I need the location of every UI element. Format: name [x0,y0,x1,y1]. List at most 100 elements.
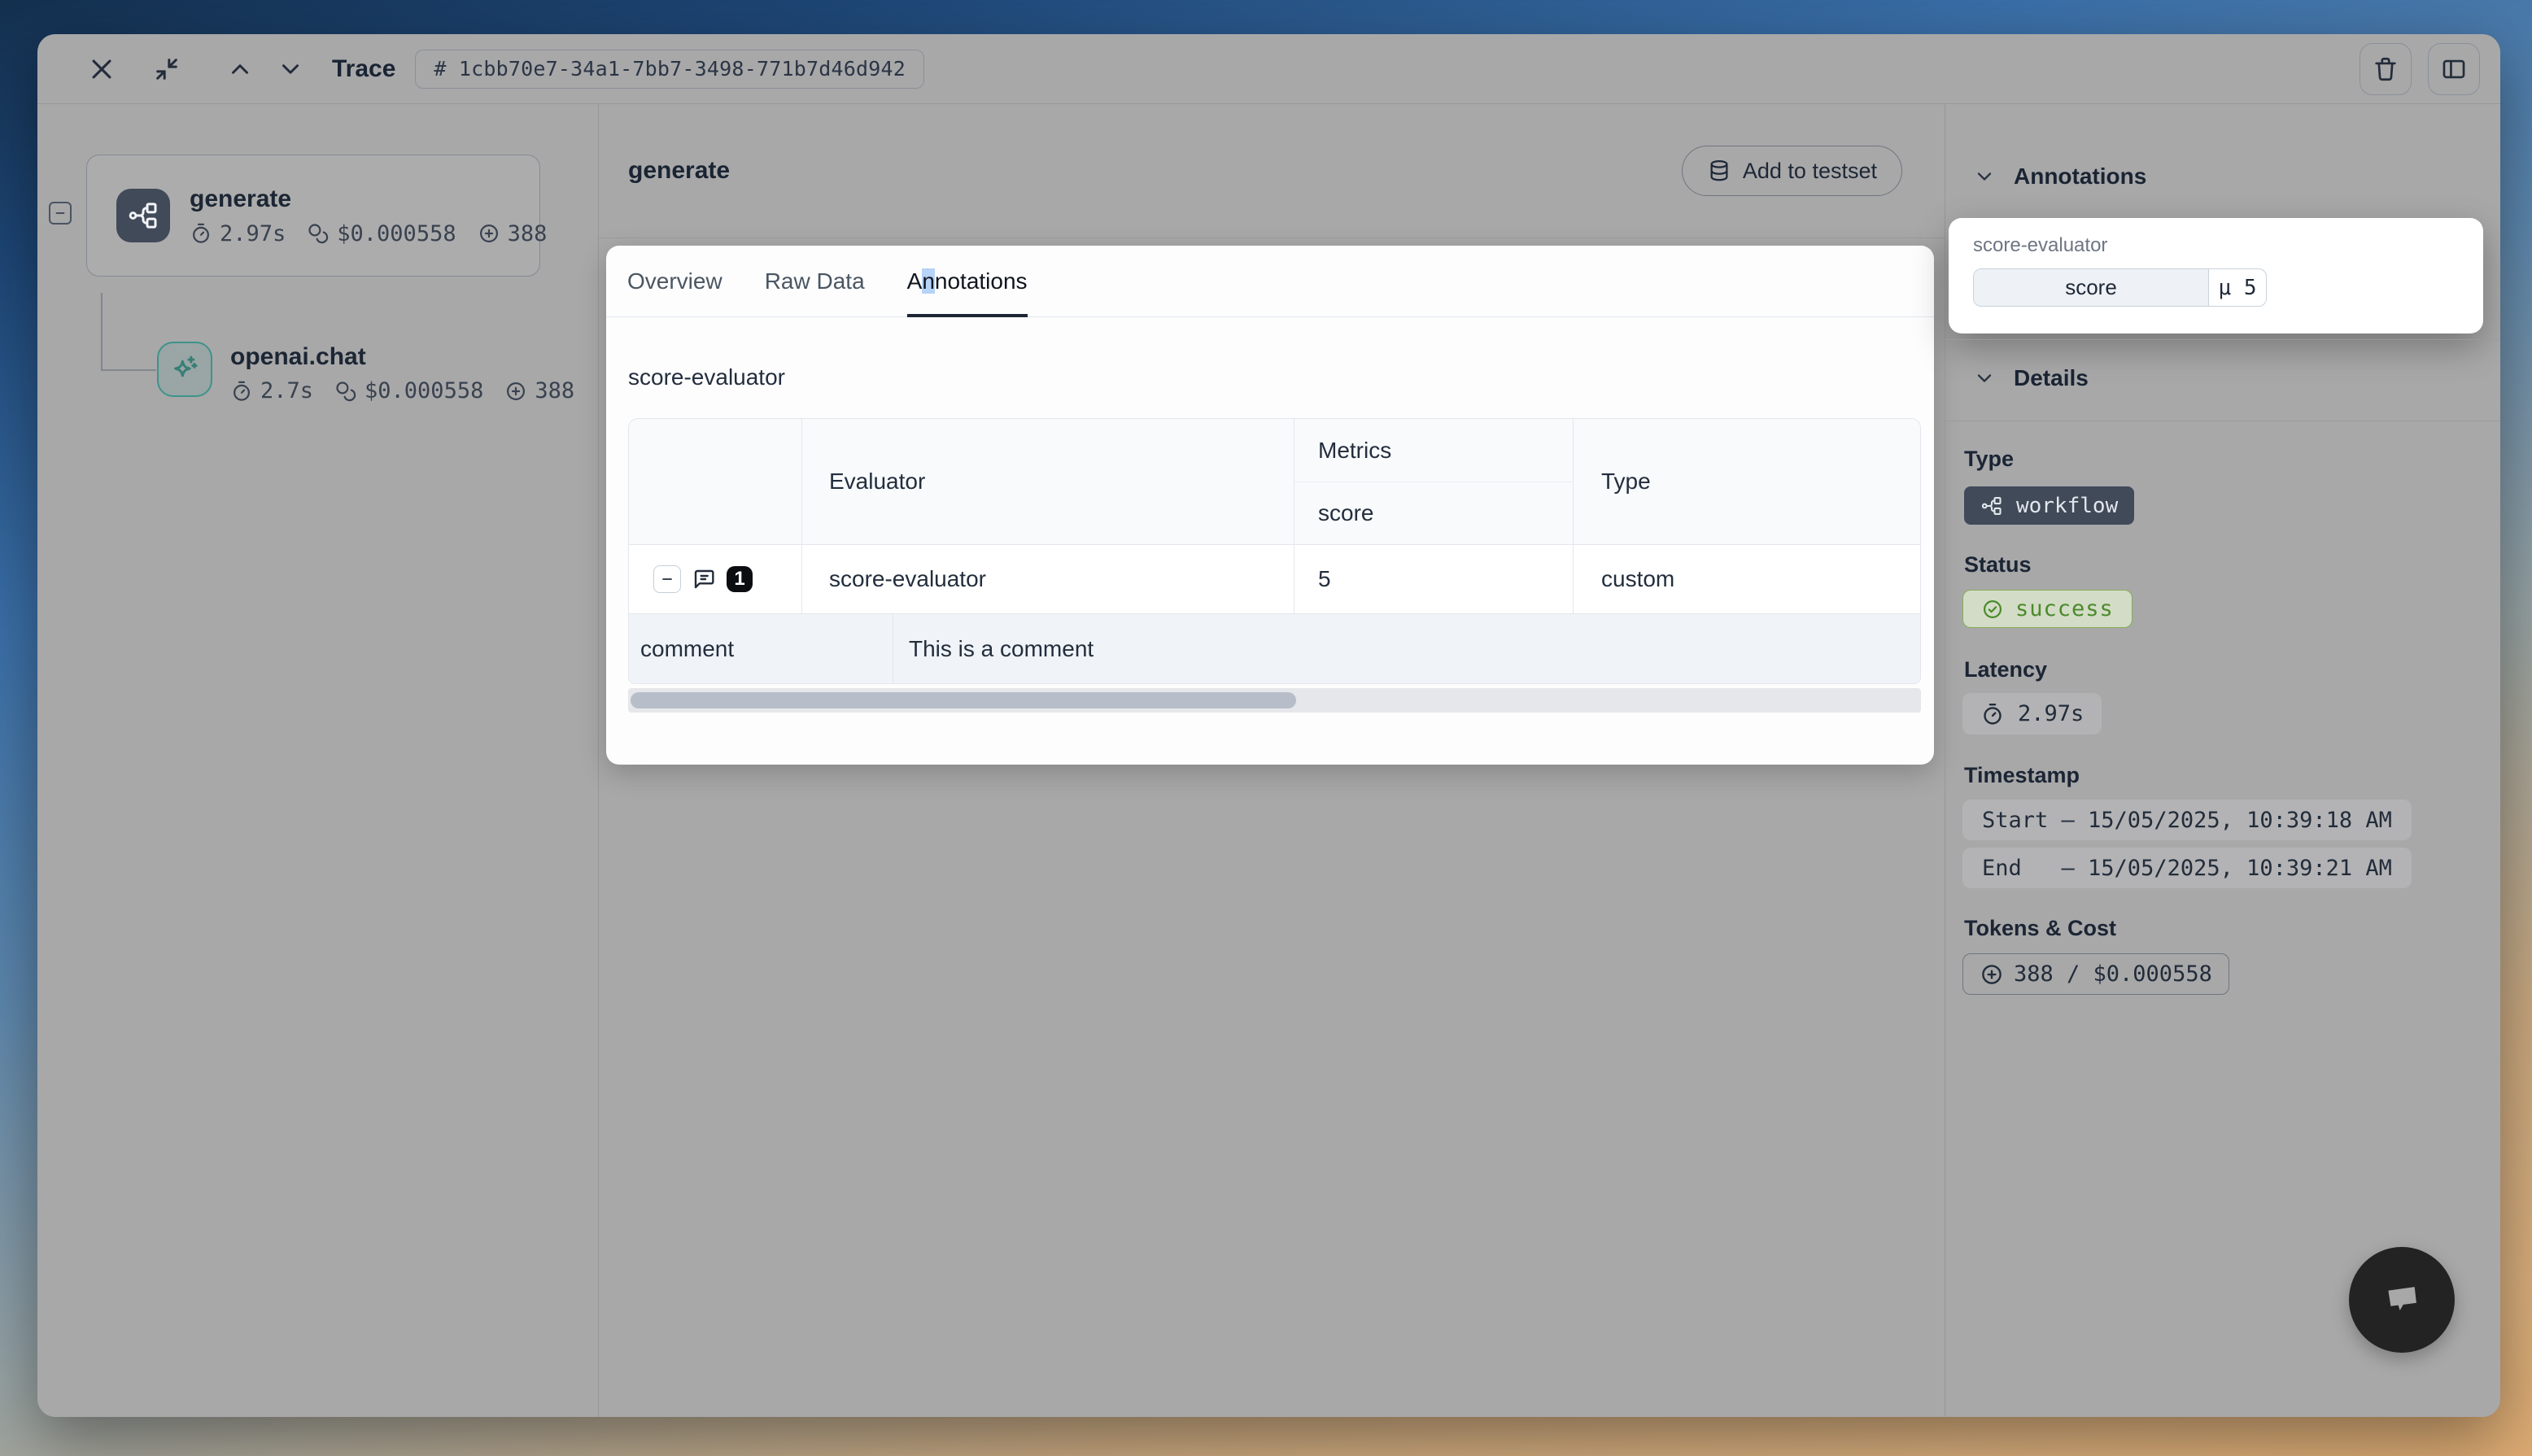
collapse-icon [153,55,181,83]
collapse-row-button[interactable] [653,565,681,593]
tree-node-title: generate [190,185,547,213]
status-value-badge: success [1962,590,2133,628]
latency-metric: 2.97s [190,221,286,246]
row-actions-cell: 1 [629,545,802,614]
close-icon [88,55,116,83]
tree-node-body: generate 2.97s $0.000558 388 [190,185,547,246]
tree-collapse-toggle[interactable] [49,202,72,225]
comment-expanded-row: comment This is a comment [629,614,1920,683]
panel-left-icon [2440,55,2468,83]
plus-circle-icon [504,380,527,403]
chat-bubble-icon [2371,1269,2433,1331]
tree-node-openai-chat[interactable]: openai.chat 2.7s $0.000558 388 [157,342,574,403]
timestamp-end-pill: End – 15/05/2025, 10:39:21 AM [1962,848,2412,888]
trace-tree-panel: generate 2.97s $0.000558 388 [37,104,599,1417]
section-divider [1945,339,2500,340]
close-button[interactable] [83,50,120,88]
workflow-icon [116,189,170,242]
span-detail-card: Overview Raw Data Annotations score-eval… [606,246,1934,765]
tree-connector-vertical [101,293,103,370]
tokens-metric: 388 [504,378,574,403]
tokens-metric: 388 [478,221,548,246]
minus-icon [53,206,68,220]
span-title: generate [628,157,730,185]
score-mean-value[interactable]: μ 5 [2209,269,2266,306]
tab-overview[interactable]: Overview [627,246,722,316]
tree-node-metrics: 2.7s $0.000558 388 [230,378,574,403]
comment-icon [691,566,717,592]
stopwatch-icon [230,380,253,403]
timestamp-label: Timestamp [1964,763,2080,788]
delete-trace-button[interactable] [2360,43,2412,95]
evaluator-heading: score-evaluator [628,364,1921,390]
next-trace-button[interactable] [272,50,309,88]
prev-trace-button[interactable] [221,50,259,88]
cost-metric: $0.000558 [307,221,456,246]
status-label: Status [1964,552,2032,578]
comment-button[interactable] [691,566,717,592]
annotation-popover: score-evaluator score μ 5 [1949,218,2483,333]
type-value-badge: workflow [1964,486,2134,525]
cost-metric: $0.000558 [334,378,483,403]
chevron-down-icon [1973,165,1996,188]
tokens-cost-pill: 388 / $0.000558 [1962,953,2229,995]
details-sidebar: Annotations score-evaluator score μ 5 De… [1945,104,2500,1417]
header-cell-evaluator: Evaluator [802,419,1294,545]
header-cell-empty [629,419,802,545]
trace-drawer: Trace # 1cbb70e7-34a1-7bb7-3498-771b7d46… [37,34,2500,1417]
latency-metric: 2.7s [230,378,313,403]
coins-icon [334,380,357,403]
score-control: score μ 5 [1973,268,2267,307]
main-panel: generate Add to testset Overview Raw Dat… [599,104,1945,1417]
annotations-table-grid: Evaluator Metrics score Type [629,419,1920,614]
annotations-section-header[interactable]: Annotations [1973,163,2146,190]
tree-node-title: openai.chat [230,343,574,371]
timestamp-start-pill: Start – 15/05/2025, 10:39:18 AM [1962,800,2412,840]
latency-label: Latency [1964,657,2047,682]
trace-id-badge[interactable]: # 1cbb70e7-34a1-7bb7-3498-771b7d46d942 [415,50,924,89]
latency-value-pill: 2.97s [1962,693,2102,735]
plus-circle-icon [1980,962,2004,987]
scrollbar-thumb[interactable] [631,692,1296,708]
coins-icon [307,222,330,245]
header-cell-type: Type [1574,419,1920,545]
annotations-tab-content: score-evaluator Evaluator Metrics score … [606,317,1934,713]
tree-node-body: openai.chat 2.7s $0.000558 388 [230,342,574,403]
stopwatch-icon [190,222,212,245]
chevron-up-icon [226,55,254,83]
comment-count-badge[interactable]: 1 [727,566,753,592]
annotations-table: Evaluator Metrics score Type [628,418,1921,684]
add-to-testset-button[interactable]: Add to testset [1682,146,1902,196]
type-label: Type [1964,447,2014,472]
chevron-down-icon [1973,367,1996,390]
comment-key-cell: comment [629,614,893,683]
tree-connector-horizontal [101,369,156,371]
collapse-button[interactable] [148,50,186,88]
chat-fab-button[interactable] [2349,1247,2455,1353]
plus-circle-icon [478,222,500,245]
page-background: Trace # 1cbb70e7-34a1-7bb7-3498-771b7d46… [0,0,2532,1456]
row-type-cell: custom [1574,545,1920,614]
score-metric-field[interactable]: score [1974,269,2209,306]
stopwatch-icon [1980,702,2005,726]
sparkles-icon [157,342,212,397]
tree-node-generate[interactable]: generate 2.97s $0.000558 388 [86,155,540,277]
topbar: Trace # 1cbb70e7-34a1-7bb7-3498-771b7d46… [37,34,2500,104]
span-header: generate Add to testset [599,104,1945,238]
page-title: Trace [332,55,395,83]
comment-value-cell: This is a comment [893,614,1920,683]
header-cell-metrics: Metrics [1294,419,1574,482]
workflow-icon [1980,495,2003,517]
check-circle-icon [1981,598,2004,621]
tab-bar: Overview Raw Data Annotations [606,246,1934,317]
text-selection: n [922,268,935,294]
details-section-header[interactable]: Details [1973,365,2089,391]
row-score-cell: 5 [1294,545,1574,614]
tree-node-metrics: 2.97s $0.000558 388 [190,221,547,246]
trash-icon [2372,55,2399,83]
popover-evaluator-label: score-evaluator [1973,234,2459,257]
tab-annotations[interactable]: Annotations [907,246,1028,316]
toggle-sidebar-button[interactable] [2428,43,2480,95]
horizontal-scrollbar[interactable] [628,688,1921,713]
tab-raw-data[interactable]: Raw Data [765,246,865,316]
